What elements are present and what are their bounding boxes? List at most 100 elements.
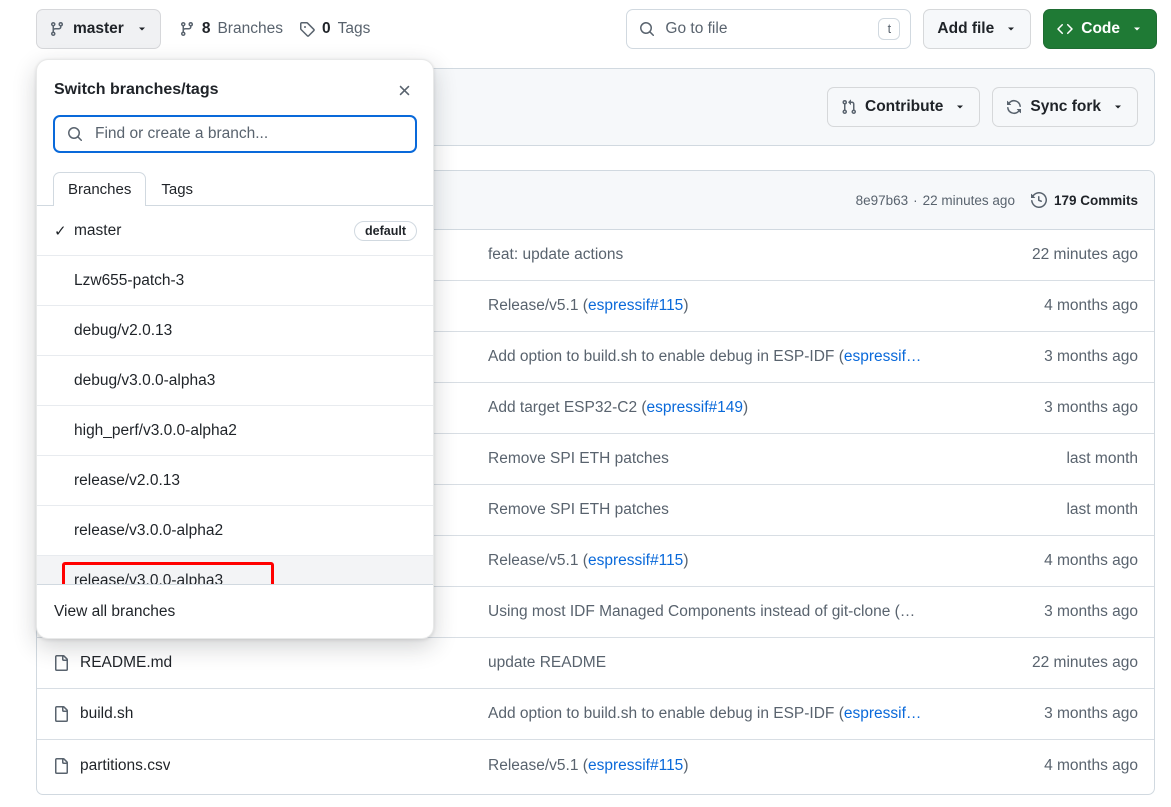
file-name-cell[interactable]: build.sh [53,705,488,723]
github-repo-page: master 8 Branches 0 Tags Go to file t Ad… [0,0,1171,807]
view-all-branches-link[interactable]: View all branches [37,584,433,638]
commit-time-cell: 22 minutes ago [1032,654,1138,671]
commit-message-tail: ) [683,297,689,314]
chevron-down-icon [1005,23,1017,35]
commit-message-tail: ) [683,552,689,569]
commit-history-link[interactable]: 179 Commits [1030,192,1138,208]
commit-time-cell: 3 months ago [1044,399,1138,416]
commit-message-text: Add option to build.sh to enable debug i… [488,705,844,722]
close-icon[interactable] [391,77,417,103]
latest-commit-meta: 8e97b63 · 22 minutes ago [856,193,1015,208]
commit-message-link[interactable]: espressif… [844,348,922,365]
go-to-file-placeholder: Go to file [665,20,728,37]
branch-list-item[interactable]: Lzw655-patch-3 [37,256,433,306]
branch-switcher-button[interactable]: master [36,9,161,49]
commit-message-text: feat: update actions [488,246,624,263]
repo-toolbar: master 8 Branches 0 Tags Go to file t Ad… [0,0,1171,58]
contribute-button[interactable]: Contribute [827,87,981,127]
file-icon [53,655,69,671]
add-file-label: Add file [937,20,995,37]
branch-list-item[interactable]: release/v3.0.0-alpha3 [37,556,433,584]
commit-message-cell[interactable]: Remove SPI ETH patches [488,501,998,519]
branch-name-label: high_perf/v3.0.0-alpha2 [74,421,237,439]
commit-message-text: update README [488,654,607,671]
table-row[interactable]: README.md update README 22 minutes ago [37,638,1154,689]
file-name-label: build.sh [80,705,134,722]
commit-message-link[interactable]: espressif… [844,705,922,722]
commit-time-cell: last month [1066,450,1138,467]
commit-message-link[interactable]: espressif#149 [647,399,744,416]
branch-list-item[interactable]: debug/v2.0.13 [37,306,433,356]
commit-separator: · [913,192,918,208]
commit-message-link[interactable]: espressif#115 [588,757,683,774]
sync-icon [1006,99,1022,115]
sync-fork-button[interactable]: Sync fork [992,87,1138,127]
commit-message-cell[interactable]: Release/v5.1 (espressif#115) [488,552,998,570]
commit-message-text: Release/v5.1 ( [488,552,588,569]
history-icon [1030,192,1047,208]
branch-list-item[interactable]: ✓ master default [37,206,433,256]
commit-message-cell[interactable]: Add option to build.sh to enable debug i… [488,705,998,723]
tab-branches[interactable]: Branches [53,172,147,206]
commit-sha[interactable]: 8e97b63 [856,193,909,208]
branch-list-item[interactable]: debug/v3.0.0-alpha3 [37,356,433,406]
chevron-down-icon [1112,101,1124,113]
branch-list-item[interactable]: high_perf/v3.0.0-alpha2 [37,406,433,456]
branch-list: ✓ master default Lzw655-patch-3 debug/v2.0.1… [37,206,433,584]
branch-list-item[interactable]: release/v2.0.13 [37,456,433,506]
commit-message-text: Remove SPI ETH patches [488,450,669,467]
commit-message-text: Release/v5.1 ( [488,297,588,314]
tab-label: Tags [161,181,194,198]
commit-message-cell[interactable]: Remove SPI ETH patches [488,450,998,468]
commit-time-cell: 4 months ago [1044,756,1138,774]
sync-fork-label: Sync fork [1030,98,1101,115]
code-icon [1057,21,1073,37]
commit-message-link[interactable]: espressif#115 [588,297,683,314]
code-button[interactable]: Code [1043,9,1157,49]
add-file-button[interactable]: Add file [923,9,1032,49]
commit-message-tail: ) [743,399,749,416]
tab-label: Branches [68,181,132,198]
branch-list-item[interactable]: release/v3.0.0-alpha2 [37,506,433,556]
go-to-file-input[interactable]: Go to file t [626,9,912,49]
git-pull-request-icon [841,99,857,115]
tab-tags[interactable]: Tags [146,172,208,206]
tag-icon [299,21,315,37]
commit-time-cell: last month [1066,501,1138,518]
table-row[interactable]: partitions.csv Release/v5.1 (espressif#11… [37,740,1154,791]
branches-count: 8 [201,20,211,37]
dropdown-header: Switch branches/tags [37,60,433,115]
commit-bar-right: 8e97b63 · 22 minutes ago 179 Commits [856,192,1138,208]
default-branch-badge: default [354,220,417,241]
table-row[interactable]: build.sh Add option to build.sh to enable… [37,689,1154,740]
file-icon [53,757,69,774]
dropdown-title: Switch branches/tags [54,81,219,98]
dropdown-tabs: Branches Tags [37,167,433,206]
branch-switcher-label: master [73,20,124,37]
branch-name-label: master [74,221,122,239]
branch-search-input[interactable]: Find or create a branch... [53,115,417,153]
branches-link[interactable]: 8 Branches [179,20,283,38]
commit-message-link[interactable]: espressif#115 [588,552,683,569]
commit-message-cell[interactable]: Add option to build.sh to enable debug i… [488,348,998,366]
chevron-down-icon [1131,23,1143,35]
tags-count: 0 [321,20,331,37]
commit-message-cell[interactable]: feat: update actions [488,246,998,264]
code-button-label: Code [1081,20,1120,37]
fork-action-group: Contribute Sync fork [827,87,1138,127]
commit-message-cell[interactable]: Using most IDF Managed Components instea… [488,603,998,621]
commit-message-cell[interactable]: Release/v5.1 (espressif#115) [488,757,998,775]
commit-message-cell[interactable]: update README [488,654,998,672]
commit-message-text: Remove SPI ETH patches [488,501,669,518]
go-to-file-shortcut: t [878,18,901,40]
commit-message-text: Add target ESP32-C2 ( [488,399,647,416]
tags-link[interactable]: 0 Tags [299,20,370,38]
branch-switcher-dropdown: Switch branches/tags Find or create a br… [36,59,434,639]
commit-message-cell[interactable]: Release/v5.1 (espressif#115) [488,297,998,315]
file-name-cell[interactable]: partitions.csv [53,757,488,775]
branch-name-label: Lzw655-patch-3 [74,271,185,289]
file-name-cell[interactable]: README.md [53,654,488,672]
branches-label: Branches [217,20,283,37]
commit-message-cell[interactable]: Add target ESP32-C2 (espressif#149) [488,399,998,417]
commit-message-text: Add option to build.sh to enable debug i… [488,348,844,365]
